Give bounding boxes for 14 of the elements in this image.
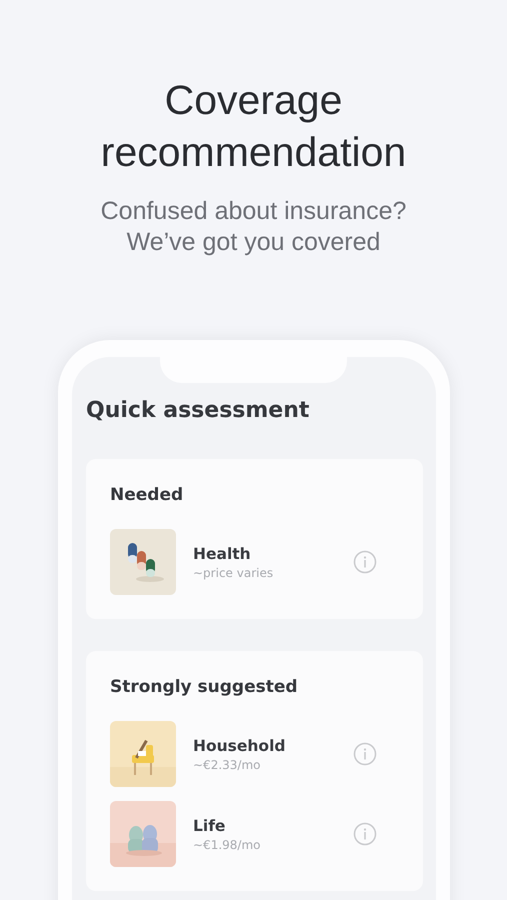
headline: Coverage recommendation	[100, 76, 408, 177]
section-title: Needed	[110, 485, 184, 505]
price-text: ~price varies	[193, 566, 274, 580]
price-text: ~€1.98/mo	[193, 838, 262, 852]
insurance-name: Health	[193, 544, 252, 562]
screen-title: Quick assessment	[86, 397, 310, 425]
insurance-name: Life	[193, 816, 226, 834]
info-icon[interactable]	[353, 550, 377, 574]
insurance-name: Household	[193, 736, 286, 754]
info-icon[interactable]	[353, 742, 377, 766]
price-text: ~€2.33/mo	[193, 758, 262, 772]
info-icon[interactable]	[353, 822, 377, 846]
subtitle: Confused about insurance? We’ve got you covered	[100, 196, 408, 258]
section-title: Strongly suggested	[110, 677, 299, 697]
